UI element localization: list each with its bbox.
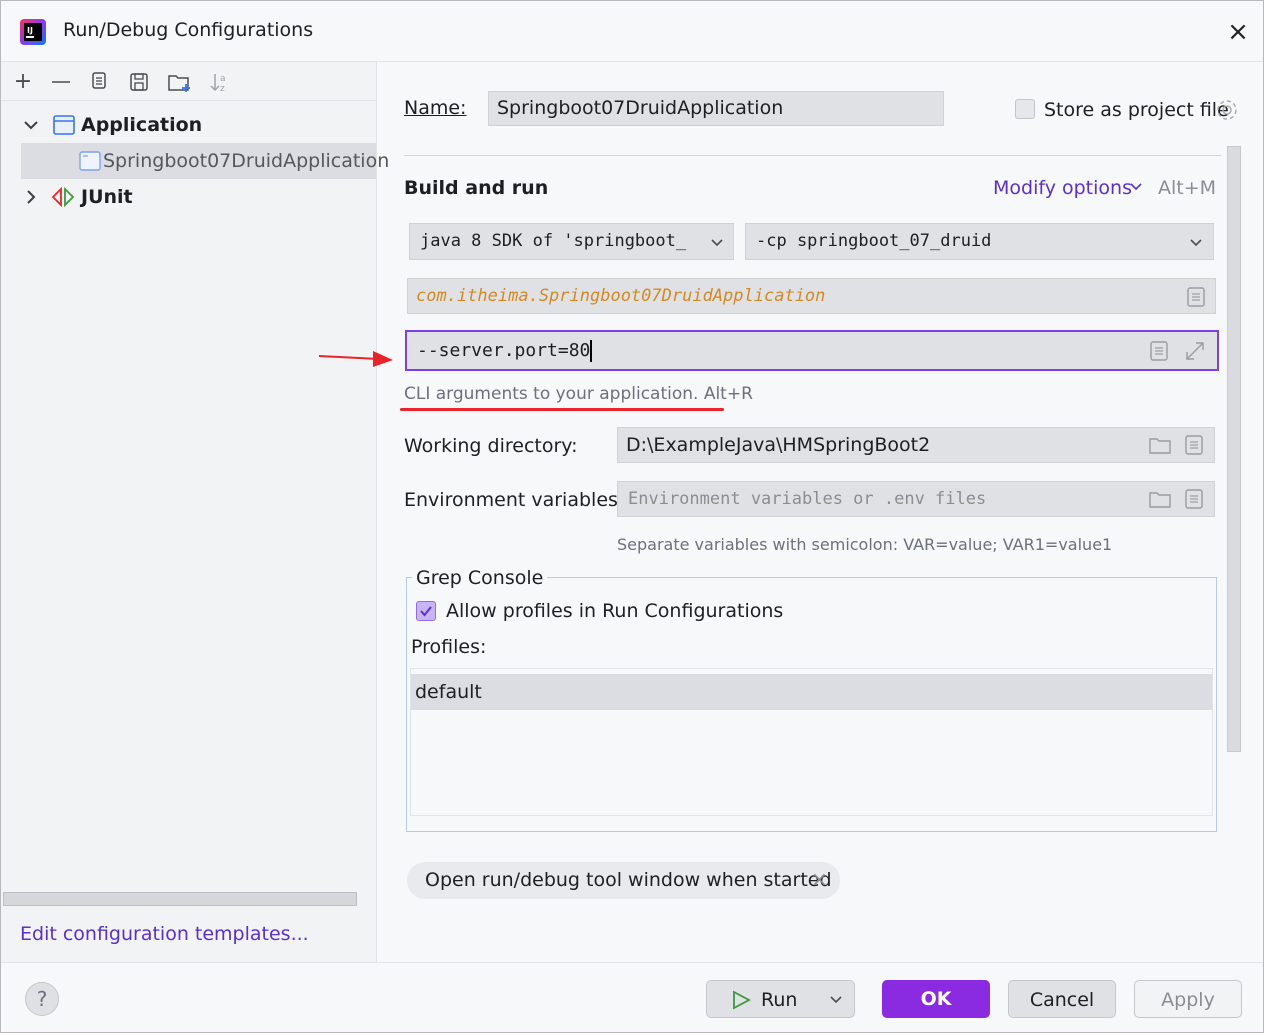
jre-value: java 8 SDK of 'springboot_ bbox=[420, 231, 687, 251]
build-run-title: Build and run bbox=[404, 177, 549, 199]
working-directory-value: D:\ExampleJava\HMSpringBoot2 bbox=[626, 434, 931, 456]
expand-icon[interactable] bbox=[1183, 339, 1207, 363]
program-arguments-value: --server.port=80 bbox=[417, 340, 591, 361]
allow-profiles-label[interactable]: Allow profiles in Run Configurations bbox=[446, 600, 783, 622]
program-arguments-field[interactable]: --server.port=80 bbox=[405, 330, 1219, 371]
chevron-down-icon[interactable] bbox=[23, 118, 39, 132]
apply-button[interactable]: Apply bbox=[1134, 980, 1242, 1018]
jre-dropdown[interactable]: java 8 SDK of 'springboot_ bbox=[409, 223, 734, 260]
open-tool-window-chip[interactable]: Open run/debug tool window when started … bbox=[407, 862, 840, 899]
grep-console-title: Grep Console bbox=[412, 567, 548, 589]
window-title: Run/Debug Configurations bbox=[63, 19, 314, 41]
tree-label-config: Springboot07DruidApplication bbox=[103, 150, 390, 172]
help-button[interactable]: ? bbox=[25, 982, 59, 1016]
run-debug-dialog: IJ Run/Debug Configurations × + az Appli… bbox=[0, 0, 1264, 1033]
cancel-button[interactable]: Cancel bbox=[1008, 980, 1116, 1018]
tree-label-junit: JUnit bbox=[81, 186, 133, 208]
chevron-right-icon[interactable] bbox=[23, 189, 39, 205]
profiles-label: Profiles: bbox=[411, 636, 487, 658]
ok-button[interactable]: OK bbox=[882, 980, 990, 1018]
document-icon[interactable] bbox=[1184, 488, 1204, 510]
close-icon[interactable]: × bbox=[1223, 17, 1253, 47]
intellij-app-icon: IJ bbox=[20, 19, 46, 45]
svg-text:z: z bbox=[220, 84, 225, 94]
working-directory-label: Working directory: bbox=[404, 435, 578, 457]
title-bar: IJ Run/Debug Configurations × bbox=[1, 1, 1263, 62]
junit-icon bbox=[51, 187, 75, 207]
environment-variables-field[interactable]: Environment variables or .env files bbox=[617, 481, 1215, 517]
tree-item-application[interactable]: Application bbox=[1, 107, 376, 143]
store-project-label[interactable]: Store as project file bbox=[1044, 99, 1229, 121]
environment-variables-label: Environment variables: bbox=[404, 489, 625, 511]
main-class-field[interactable]: com.itheima.Springboot07DruidApplication bbox=[407, 278, 1216, 314]
gear-icon[interactable] bbox=[1215, 98, 1239, 122]
document-icon[interactable] bbox=[1149, 340, 1169, 362]
form-vertical-scrollbar[interactable] bbox=[1227, 146, 1241, 752]
application-config-icon bbox=[79, 151, 101, 171]
chevron-down-icon[interactable] bbox=[1129, 181, 1143, 193]
sort-icon[interactable]: az bbox=[207, 70, 231, 94]
new-folder-icon[interactable] bbox=[167, 70, 191, 94]
tree-item-springboot-config[interactable]: Springboot07DruidApplication bbox=[21, 143, 389, 179]
allow-profiles-checkbox[interactable] bbox=[416, 601, 436, 621]
chevron-down-icon bbox=[711, 239, 723, 247]
classpath-value: -cp springboot_07_druid bbox=[756, 231, 992, 251]
copy-icon[interactable] bbox=[87, 70, 111, 94]
profile-item[interactable]: default bbox=[411, 674, 1212, 710]
add-icon[interactable]: + bbox=[11, 70, 35, 94]
annotation-underline bbox=[400, 408, 724, 411]
footer-divider bbox=[1, 962, 1263, 963]
name-label: Name: bbox=[404, 97, 467, 119]
help-icon: ? bbox=[36, 987, 48, 1011]
section-divider bbox=[404, 155, 1221, 156]
svg-text:IJ: IJ bbox=[27, 26, 33, 35]
modify-options-link[interactable]: Modify options bbox=[993, 177, 1132, 199]
run-button[interactable]: Run bbox=[706, 980, 855, 1018]
modify-options-shortcut: Alt+M bbox=[1158, 177, 1217, 199]
tree-item-junit[interactable]: JUnit bbox=[1, 179, 376, 215]
store-project-checkbox[interactable] bbox=[1015, 99, 1035, 119]
annotation-arrow bbox=[318, 351, 393, 367]
working-directory-field[interactable]: D:\ExampleJava\HMSpringBoot2 bbox=[617, 427, 1215, 463]
program-args-hint: CLI arguments to your application. Alt+R bbox=[404, 384, 753, 404]
classpath-dropdown[interactable]: -cp springboot_07_druid bbox=[745, 223, 1214, 260]
edit-templates-link[interactable]: Edit configuration templates... bbox=[20, 923, 309, 945]
save-icon[interactable] bbox=[127, 70, 151, 94]
check-icon bbox=[420, 606, 432, 617]
sidebar-horizontal-scrollbar[interactable] bbox=[3, 892, 357, 906]
run-label: Run bbox=[761, 989, 798, 1011]
tree-label-application: Application bbox=[81, 114, 203, 136]
environment-variables-hint: Separate variables with semicolon: VAR=v… bbox=[617, 535, 1113, 554]
configurations-sidebar: + az Application Springboot07DruidApplic… bbox=[1, 62, 389, 962]
application-icon bbox=[53, 115, 75, 135]
name-field[interactable]: Springboot07DruidApplication bbox=[488, 91, 944, 126]
text-cursor bbox=[590, 340, 593, 362]
main-class-value: com.itheima.Springboot07DruidApplication bbox=[416, 286, 826, 306]
open-tool-window-label: Open run/debug tool window when started bbox=[425, 869, 832, 891]
folder-icon[interactable] bbox=[1148, 489, 1172, 509]
svg-text:a: a bbox=[220, 74, 226, 84]
remove-icon[interactable] bbox=[49, 70, 73, 94]
close-icon[interactable]: × bbox=[811, 867, 828, 891]
document-icon[interactable] bbox=[1186, 286, 1206, 308]
environment-variables-placeholder: Environment variables or .env files bbox=[628, 489, 987, 509]
chevron-down-icon bbox=[1190, 239, 1202, 247]
sidebar-toolbar: + az bbox=[1, 62, 376, 101]
chevron-down-icon[interactable] bbox=[829, 994, 843, 1006]
folder-icon[interactable] bbox=[1148, 435, 1172, 455]
document-icon[interactable] bbox=[1184, 434, 1204, 456]
run-icon bbox=[733, 990, 751, 1010]
